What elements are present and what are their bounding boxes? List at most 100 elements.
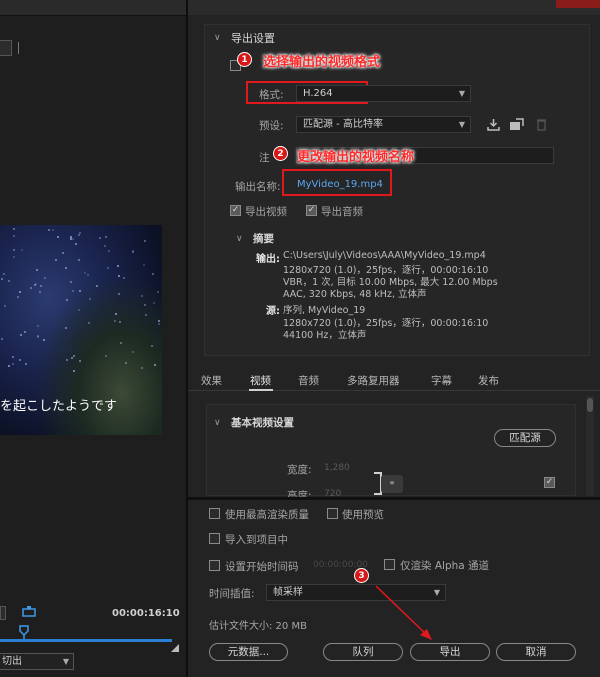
export-video-checkbox[interactable]: ✓ bbox=[230, 205, 241, 216]
tab-captions[interactable]: 字幕 bbox=[431, 373, 452, 388]
format-select[interactable]: H.264 ▼ bbox=[296, 85, 471, 102]
raindrop bbox=[120, 342, 122, 344]
render-alpha-only-label: 仅渲染 Alpha 通道 bbox=[400, 560, 490, 572]
preset-select[interactable]: 匹配源 - 高比特率 ▼ bbox=[296, 116, 471, 133]
preview-tool-button[interactable] bbox=[0, 40, 12, 56]
time-interpolation-label: 时间插值: bbox=[209, 588, 255, 600]
summary-chevron-icon[interactable]: ∨ bbox=[236, 234, 243, 244]
source-timecode: 00:00:16:10 bbox=[112, 608, 180, 619]
tab-effects[interactable]: 效果 bbox=[201, 373, 222, 388]
fit-select[interactable]: 切出 ▼ bbox=[0, 653, 74, 670]
tab-multiplexer[interactable]: 多路复用器 bbox=[347, 373, 400, 388]
chevron-down-icon: ▼ bbox=[458, 89, 465, 98]
preset-select-value: 匹配源 - 高比特率 bbox=[303, 119, 383, 130]
tab-audio[interactable]: 音频 bbox=[298, 373, 319, 388]
raindrop bbox=[105, 355, 107, 357]
raindrop bbox=[108, 250, 110, 252]
raindrop bbox=[78, 309, 80, 311]
raindrop bbox=[44, 277, 46, 279]
estimated-file-size: 估计文件大小: 20 MB bbox=[209, 621, 307, 632]
raindrop bbox=[79, 360, 81, 362]
raindrop bbox=[24, 331, 26, 333]
raindrop bbox=[55, 259, 57, 261]
raindrop bbox=[96, 285, 98, 287]
export-audio-label: 导出音频 bbox=[321, 206, 363, 218]
raindrop bbox=[3, 273, 5, 275]
raindrop bbox=[37, 325, 39, 327]
raindrop bbox=[73, 355, 75, 357]
raindrop bbox=[65, 327, 67, 329]
set-start-timecode-checkbox[interactable] bbox=[209, 560, 220, 571]
link-icon[interactable]: ⚭ bbox=[381, 475, 403, 493]
width-value[interactable]: 1,280 bbox=[324, 463, 350, 473]
raindrop bbox=[151, 345, 153, 347]
raindrop bbox=[13, 249, 15, 251]
match-source-button[interactable]: 匹配源 bbox=[494, 429, 556, 447]
max-render-quality-checkbox[interactable] bbox=[209, 508, 220, 519]
raindrop bbox=[65, 267, 67, 269]
output-name-link[interactable]: MyVideo_19.mp4 bbox=[297, 179, 383, 190]
raindrop bbox=[20, 334, 22, 336]
raindrop bbox=[114, 320, 116, 322]
raindrop bbox=[1, 278, 3, 280]
collapse-chevron-icon[interactable]: ∨ bbox=[214, 33, 221, 43]
raindrop bbox=[21, 249, 23, 251]
time-interpolation-value: 帧采样 bbox=[273, 587, 303, 598]
save-preset-icon[interactable] bbox=[487, 118, 500, 131]
raindrop bbox=[19, 359, 21, 361]
comment-label: 注 bbox=[259, 152, 270, 164]
annotation-arrow-icon bbox=[375, 585, 432, 640]
annotation-badge-3: 3 bbox=[354, 568, 369, 583]
raindrop bbox=[37, 335, 39, 337]
active-tab-indicator bbox=[249, 389, 273, 391]
settings-scrollbar-thumb[interactable] bbox=[587, 398, 593, 412]
delete-preset-icon[interactable] bbox=[536, 118, 547, 131]
raindrop bbox=[66, 299, 68, 301]
output-name-label: 输出名称: bbox=[235, 181, 281, 193]
export-button[interactable]: 导出 bbox=[410, 643, 490, 661]
marker-icon[interactable] bbox=[22, 606, 36, 618]
summary-output-line: C:\Users\July\Videos\AAA\MyVideo_19.mp4 bbox=[283, 250, 486, 261]
summary-output-key: 输出: bbox=[256, 254, 280, 265]
raindrop bbox=[141, 295, 143, 297]
resize-corner-icon[interactable] bbox=[171, 644, 179, 652]
preview-header-bar bbox=[0, 0, 186, 16]
raindrop bbox=[70, 236, 72, 238]
playhead-icon[interactable] bbox=[19, 625, 29, 639]
timeline-control-button[interactable] bbox=[0, 606, 6, 620]
video-subtitle: を起こしたようです bbox=[0, 399, 118, 414]
raindrop bbox=[70, 238, 72, 240]
window-close-strip[interactable] bbox=[556, 0, 600, 8]
raindrop bbox=[143, 264, 145, 266]
chevron-down-icon: ▼ bbox=[62, 657, 69, 666]
raindrop bbox=[125, 362, 127, 364]
raindrop bbox=[107, 267, 109, 269]
tab-publish[interactable]: 发布 bbox=[478, 373, 499, 388]
render-alpha-only-checkbox[interactable] bbox=[384, 559, 395, 570]
raindrop bbox=[17, 296, 19, 298]
raindrop bbox=[13, 235, 15, 237]
export-audio-checkbox[interactable]: ✓ bbox=[306, 205, 317, 216]
queue-button[interactable]: 队列 bbox=[323, 643, 403, 661]
summary-output-line: AAC, 320 Kbps, 48 kHz, 立体声 bbox=[283, 289, 427, 300]
timeline-track[interactable] bbox=[0, 639, 172, 642]
format-select-value: H.264 bbox=[303, 88, 333, 99]
raindrop bbox=[118, 275, 120, 277]
raindrop bbox=[88, 322, 90, 324]
video-settings-chevron-icon[interactable]: ∨ bbox=[214, 418, 221, 428]
use-previews-checkbox[interactable] bbox=[327, 508, 338, 519]
summary-source-key: 源: bbox=[266, 306, 280, 317]
annotation-badge-2: 2 bbox=[273, 146, 288, 161]
import-preset-icon[interactable] bbox=[509, 118, 524, 131]
raindrop bbox=[13, 256, 15, 258]
import-into-project-checkbox[interactable] bbox=[209, 533, 220, 544]
raindrop bbox=[87, 274, 89, 276]
dimension-override-checkbox[interactable]: ✓ bbox=[544, 477, 555, 488]
metadata-button[interactable]: 元数据... bbox=[209, 643, 288, 661]
cancel-button[interactable]: 取消 bbox=[496, 643, 576, 661]
use-previews-label: 使用预览 bbox=[342, 509, 384, 521]
raindrop bbox=[35, 283, 37, 285]
raindrop bbox=[19, 291, 21, 293]
raindrop bbox=[62, 252, 64, 254]
tab-video[interactable]: 视频 bbox=[250, 373, 271, 388]
